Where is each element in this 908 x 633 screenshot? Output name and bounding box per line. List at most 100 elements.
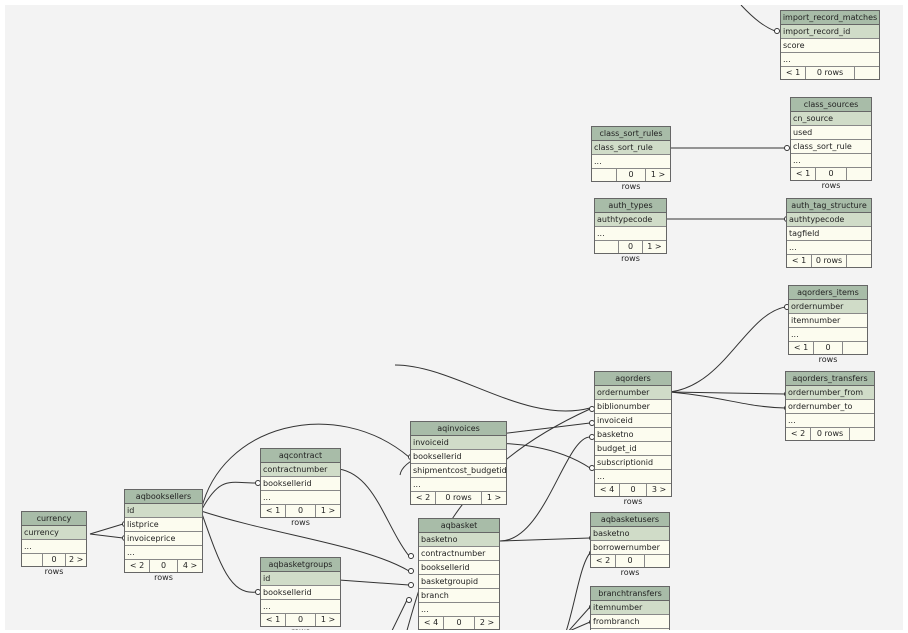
column-branch[interactable]: branch	[419, 589, 499, 603]
parents-count[interactable]: < 1	[791, 168, 816, 180]
children-count[interactable]: 1 >	[482, 492, 506, 504]
parents-count[interactable]	[595, 241, 620, 253]
column-class-sort-rule[interactable]: class_sort_rule	[592, 141, 670, 155]
column-contractnumber[interactable]: contractnumber	[261, 463, 340, 477]
column-basketno[interactable]: basketno	[419, 533, 499, 547]
row-count: 0 rows	[286, 614, 316, 630]
column-borrowernumber[interactable]: borrowernumber	[591, 541, 669, 555]
parents-count[interactable]: < 1	[781, 67, 806, 79]
column-booksellerid[interactable]: booksellerid	[261, 586, 340, 600]
column-currency[interactable]: currency	[22, 526, 86, 540]
column-basketno[interactable]: basketno	[591, 527, 669, 541]
children-count[interactable]	[843, 342, 867, 354]
table-aqorders[interactable]: aqorders ordernumber biblionumber invoiceid…	[594, 371, 672, 506]
column-id[interactable]: id	[261, 572, 340, 586]
column-ordernumber-to[interactable]: ordernumber_to	[786, 400, 874, 414]
column-id[interactable]: id	[125, 504, 202, 518]
parents-count[interactable]: < 1	[787, 255, 812, 267]
column-booksellerid[interactable]: booksellerid	[411, 450, 506, 464]
children-count[interactable]	[855, 67, 879, 79]
table-name: class_sort_rules	[592, 127, 670, 141]
table-aqbasketgroups[interactable]: aqbasketgroupsidbooksellerid...< 10 rows…	[260, 557, 341, 630]
column-import-record-id[interactable]: import_record_id	[781, 25, 879, 39]
column-ordernumber[interactable]: ordernumber	[595, 386, 671, 400]
children-count[interactable]	[645, 555, 669, 567]
relation-line	[338, 468, 410, 557]
table-aqorders-transfers[interactable]: aqorders_transfers ordernumber_from ordern…	[785, 371, 875, 441]
parents-count[interactable]: < 2	[125, 560, 150, 572]
parents-count[interactable]: < 2	[411, 492, 436, 504]
children-count[interactable]: 1 >	[316, 614, 340, 626]
relation-line	[89, 533, 124, 539]
column-ordernumber-from[interactable]: ordernumber_from	[786, 386, 874, 400]
table-aqbasket[interactable]: aqbasket basketno contractnumber bookseller…	[418, 518, 500, 630]
column-invoiceprice[interactable]: invoiceprice	[125, 532, 202, 546]
column-authtypecode[interactable]: authtypecode	[595, 213, 666, 227]
table-aqbooksellers[interactable]: aqbooksellers id listprice invoiceprice... <…	[124, 489, 203, 582]
column-biblionumber[interactable]: biblionumber	[595, 400, 671, 414]
children-count[interactable]: 1 >	[316, 505, 340, 517]
table-branchtransfers[interactable]: branchtransfersitemnumberfrombranchtobra…	[590, 586, 670, 630]
children-count[interactable]: 1 >	[643, 241, 666, 253]
parents-count[interactable]: < 4	[595, 484, 620, 496]
relation-endpoint	[408, 582, 414, 588]
table-name: import_record_matches	[781, 11, 879, 25]
table-aqinvoices[interactable]: aqinvoices invoiceid booksellerid shipmentc…	[410, 421, 507, 505]
column-cn-source[interactable]: cn_source	[791, 112, 871, 126]
table-footer: 0 rows 1 >	[592, 169, 670, 191]
children-count[interactable]	[850, 428, 874, 440]
table-aqorders-items[interactable]: aqorders_items ordernumber itemnumber... < …	[788, 285, 868, 364]
column-booksellerid[interactable]: booksellerid	[419, 561, 499, 575]
column-score[interactable]: score	[781, 39, 879, 53]
column-basketno[interactable]: basketno	[595, 428, 671, 442]
children-count[interactable]: 4 >	[178, 560, 202, 572]
table-name: branchtransfers	[591, 587, 669, 601]
table-import-record-matches[interactable]: import_record_matches import_record_id sco…	[780, 10, 880, 80]
more-columns: ...	[411, 478, 506, 492]
column-ordernumber[interactable]: ordernumber	[789, 300, 867, 314]
parents-count[interactable]: < 1	[261, 614, 286, 626]
column-invoiceid[interactable]: invoiceid	[595, 414, 671, 428]
column-subscriptionid[interactable]: subscriptionid	[595, 456, 671, 470]
column-tobranch[interactable]: tobranch	[591, 629, 669, 630]
children-count[interactable]	[847, 255, 871, 267]
column-contractnumber[interactable]: contractnumber	[419, 547, 499, 561]
table-name: auth_types	[595, 199, 666, 213]
column-itemnumber[interactable]: itemnumber	[591, 601, 669, 615]
column-listprice[interactable]: listprice	[125, 518, 202, 532]
column-invoiceid[interactable]: invoiceid	[411, 436, 506, 450]
column-used[interactable]: used	[791, 126, 871, 140]
column-tagfield[interactable]: tagfield	[787, 227, 871, 241]
column-class-sort-rule[interactable]: class_sort_rule	[791, 140, 871, 154]
column-budget-id[interactable]: budget_id	[595, 442, 671, 456]
parents-count[interactable]	[22, 554, 43, 566]
table-auth-types[interactable]: auth_types authtypecode... 0 rows 1 >	[594, 198, 667, 263]
relation-line	[391, 599, 408, 630]
table-aqcontract[interactable]: aqcontract contractnumber booksellerid... <…	[260, 448, 341, 527]
children-count[interactable]: 3 >	[647, 484, 671, 496]
column-basketgroupid[interactable]: basketgroupid	[419, 575, 499, 589]
column-itemnumber[interactable]: itemnumber	[789, 314, 867, 328]
children-count[interactable]: 2 >	[66, 554, 86, 566]
children-count[interactable]	[847, 168, 871, 180]
column-authtypecode[interactable]: authtypecode	[787, 213, 871, 227]
more-columns: ...	[261, 600, 340, 614]
table-footer: < 20 rows	[591, 555, 669, 577]
table-class-sources[interactable]: class_sources cn_source used class_sort_rul…	[790, 97, 872, 190]
children-count[interactable]: 2 >	[475, 617, 499, 629]
parents-count[interactable]: < 4	[419, 617, 444, 629]
table-auth-tag-structure[interactable]: auth_tag_structure authtypecode tagfield..…	[786, 198, 872, 268]
parents-count[interactable]	[592, 169, 617, 181]
parents-count[interactable]: < 2	[786, 428, 811, 440]
table-aqbasketusers[interactable]: aqbasketusers basketno borrowernumber < 20 …	[590, 512, 670, 577]
children-count[interactable]: 1 >	[646, 169, 670, 181]
parents-count[interactable]: < 1	[789, 342, 814, 354]
relation-line	[499, 436, 591, 542]
column-frombranch[interactable]: frombranch	[591, 615, 669, 629]
column-booksellerid[interactable]: booksellerid	[261, 477, 340, 491]
parents-count[interactable]: < 2	[591, 555, 616, 567]
table-class-sort-rules[interactable]: class_sort_rules class_sort_rule... 0 rows…	[591, 126, 671, 191]
table-currency[interactable]: currency currency... 0 rows 2 >	[21, 511, 87, 576]
column-shipmentcost-budgetid[interactable]: shipmentcost_budgetid	[411, 464, 506, 478]
parents-count[interactable]: < 1	[261, 505, 286, 517]
